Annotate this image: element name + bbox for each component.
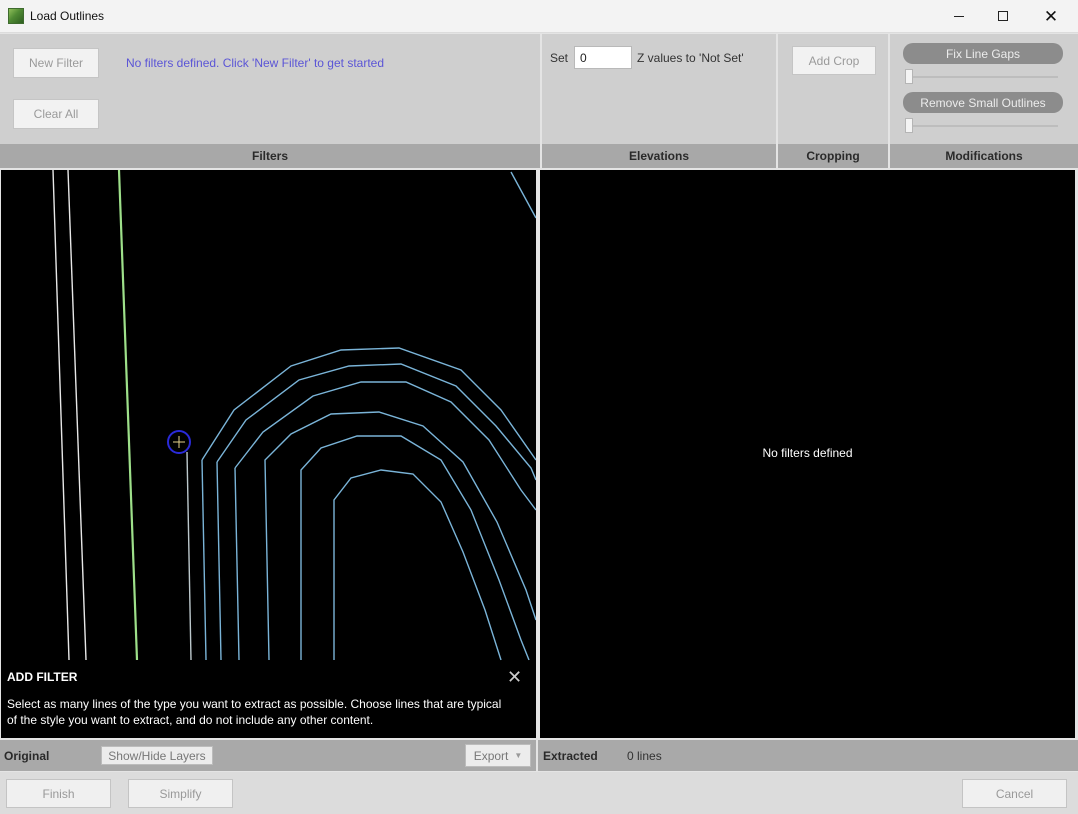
contour-line-3-stem[interactable] bbox=[234, 467, 240, 661]
elevations-panel: Set Z values to 'Not Set' bbox=[542, 34, 776, 144]
minimize-icon bbox=[954, 15, 964, 17]
extracted-line-count: 0 lines bbox=[627, 749, 662, 763]
filters-hint: No filters defined. Click 'New Filter' t… bbox=[126, 56, 385, 70]
filters-section-label: Filters bbox=[0, 144, 540, 168]
clear-all-button[interactable]: Clear All bbox=[13, 99, 99, 129]
contour-line-corner[interactable] bbox=[510, 171, 536, 219]
fix-line-gaps-slider-track[interactable] bbox=[905, 76, 1058, 78]
white-line-2[interactable] bbox=[67, 170, 87, 661]
export-label: Export bbox=[473, 748, 509, 763]
dialog-footer: Finish Simplify Cancel bbox=[0, 772, 1078, 814]
modifications-panel: Fix Line Gaps Remove Small Outlines bbox=[890, 34, 1078, 144]
remove-small-outlines-button[interactable]: Remove Small Outlines bbox=[903, 92, 1063, 113]
contour-line-1-stem[interactable] bbox=[201, 459, 207, 661]
finish-button[interactable]: Finish bbox=[6, 779, 111, 808]
contour-line-6[interactable] bbox=[333, 469, 502, 661]
contour-line-3[interactable] bbox=[234, 381, 536, 511]
original-status-bar: Original Show/Hide Layers Export ▼ bbox=[0, 740, 536, 771]
close-window-button[interactable]: ✕ bbox=[1028, 0, 1074, 32]
original-viewport[interactable]: ADD FILTER ✕ Select as many lines of the… bbox=[1, 170, 536, 738]
set-label: Set bbox=[550, 51, 569, 65]
cropping-panel: Add Crop bbox=[778, 34, 888, 144]
simplify-button[interactable]: Simplify bbox=[128, 779, 233, 808]
contour-line-2-stem[interactable] bbox=[216, 461, 222, 661]
extracted-empty-message: No filters defined bbox=[762, 446, 853, 460]
highlighted-line[interactable] bbox=[117, 170, 139, 661]
elevations-section-label: Elevations bbox=[542, 144, 776, 168]
add-crop-button[interactable]: Add Crop bbox=[792, 46, 876, 75]
z-value-input[interactable] bbox=[574, 46, 632, 69]
extracted-label: Extracted bbox=[543, 749, 598, 763]
remove-small-outlines-slider-thumb[interactable] bbox=[905, 118, 913, 133]
title-bar: Load Outlines ✕ bbox=[0, 0, 1078, 33]
fix-line-gaps-slider-thumb[interactable] bbox=[905, 69, 913, 84]
extracted-status-bar: Extracted 0 lines bbox=[538, 740, 1078, 771]
cancel-button[interactable]: Cancel bbox=[962, 779, 1067, 808]
crosshair-cursor-icon bbox=[167, 430, 191, 454]
close-icon: ✕ bbox=[1043, 6, 1059, 26]
export-dropdown[interactable]: Export ▼ bbox=[465, 744, 531, 767]
add-filter-instructions: Select as many lines of the type you wan… bbox=[7, 697, 502, 727]
add-filter-overlay: ADD FILTER ✕ Select as many lines of the… bbox=[1, 660, 536, 738]
close-overlay-icon[interactable]: ✕ bbox=[507, 668, 522, 686]
white-line-1[interactable] bbox=[52, 170, 70, 661]
add-filter-title: ADD FILTER bbox=[7, 670, 78, 684]
maximize-icon bbox=[998, 11, 1008, 21]
contour-line-5[interactable] bbox=[300, 435, 530, 661]
app-icon bbox=[8, 8, 24, 24]
minimize-button[interactable] bbox=[936, 0, 982, 32]
z-values-suffix: Z values to 'Not Set' bbox=[637, 51, 744, 65]
filters-panel: New Filter Clear All No filters defined.… bbox=[0, 34, 540, 144]
original-label: Original bbox=[4, 749, 50, 763]
window-title: Load Outlines bbox=[30, 9, 105, 23]
new-filter-button[interactable]: New Filter bbox=[13, 48, 99, 78]
cropping-section-label: Cropping bbox=[778, 144, 888, 168]
chevron-down-icon: ▼ bbox=[514, 751, 523, 760]
fix-line-gaps-button[interactable]: Fix Line Gaps bbox=[903, 43, 1063, 64]
original-drawing[interactable] bbox=[1, 170, 536, 738]
show-hide-layers-button[interactable]: Show/Hide Layers bbox=[101, 746, 213, 765]
remove-small-outlines-slider-track[interactable] bbox=[905, 125, 1058, 127]
short-vertical-line[interactable] bbox=[186, 451, 192, 661]
maximize-button[interactable] bbox=[980, 0, 1026, 32]
modifications-section-label: Modifications bbox=[890, 144, 1078, 168]
extracted-viewport[interactable]: No filters defined bbox=[540, 170, 1075, 738]
